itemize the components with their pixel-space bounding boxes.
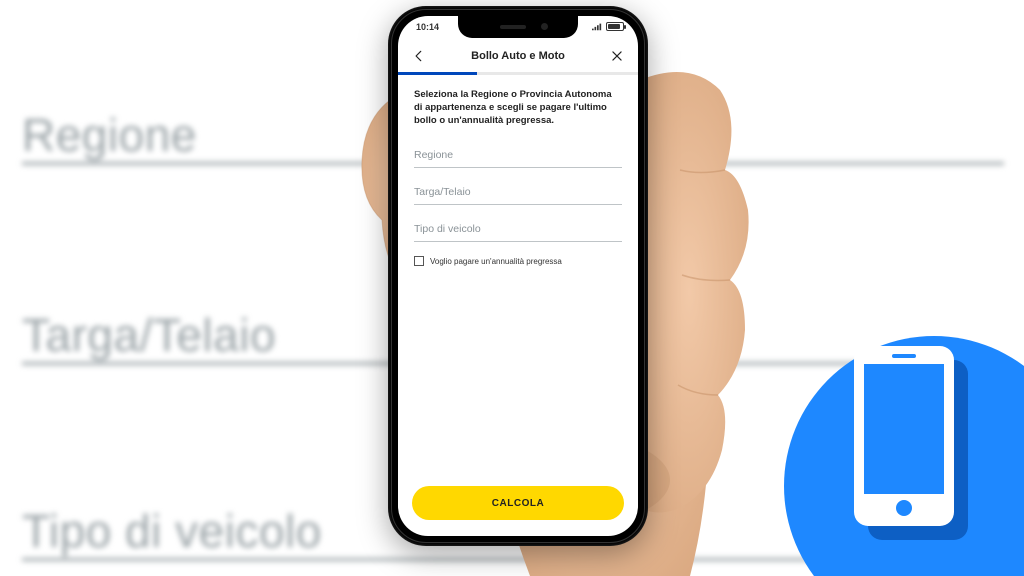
checkbox-row: Voglio pagare un'annualità pregressa [414,256,622,266]
annualita-checkbox[interactable] [414,256,424,266]
bg-label-tipo: Tipo di veicolo [22,504,322,558]
regione-input[interactable] [414,145,622,168]
phone-device-frame: 10:14 Bollo Auto e Moto [388,6,648,546]
annualita-checkbox-label: Voglio pagare un'annualità pregressa [430,257,562,266]
footer: CALCOLA [398,476,638,536]
app-container: Bollo Auto e Moto Seleziona la Regione o… [398,40,638,536]
app-header: Bollo Auto e Moto [398,40,638,72]
field-regione [414,145,622,168]
calcola-button[interactable]: CALCOLA [412,486,624,520]
field-tipo [414,219,622,242]
signal-icon [592,22,602,31]
back-icon[interactable] [412,49,426,63]
bg-label-regione: Regione [22,108,197,162]
phone-notch [458,16,578,38]
phone-screen: 10:14 Bollo Auto e Moto [398,16,638,536]
close-icon[interactable] [610,49,624,63]
field-targa [414,182,622,205]
tipo-veicolo-input[interactable] [414,219,622,242]
bg-label-targa: Targa/Telaio [22,308,276,362]
intro-text: Seleziona la Regione o Provincia Autonom… [414,89,622,127]
battery-icon [606,22,624,31]
status-time: 10:14 [416,22,439,32]
targa-input[interactable] [414,182,622,205]
phone-badge-icon [854,346,974,546]
status-icons [592,22,624,31]
form-content: Seleziona la Regione o Provincia Autonom… [398,75,638,476]
page-title: Bollo Auto e Moto [471,50,565,62]
